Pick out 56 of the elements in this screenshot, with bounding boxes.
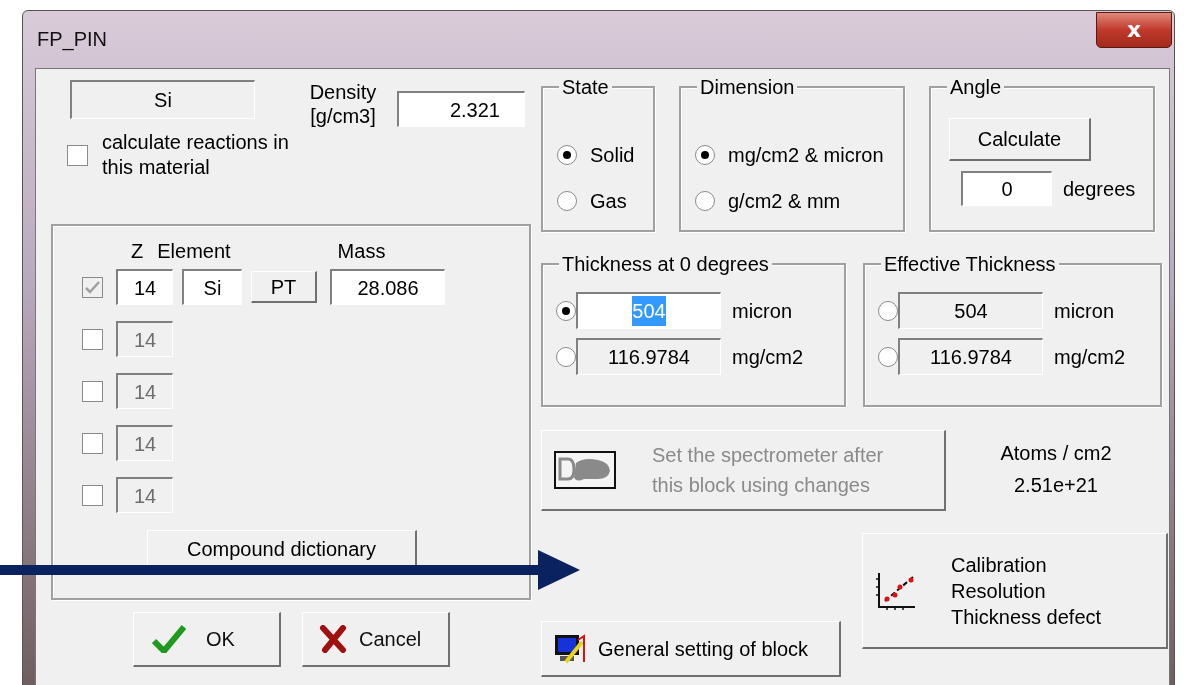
unit-label: mg/cm2 <box>1054 344 1126 370</box>
unit-label: micron <box>1054 298 1114 324</box>
radio-button[interactable] <box>556 346 576 367</box>
radio-button[interactable] <box>878 300 898 321</box>
z-field[interactable]: 14 <box>116 373 173 409</box>
unit-label: mg/cm2 <box>732 344 804 370</box>
z-field[interactable]: 14 <box>116 321 173 357</box>
general-settings-button[interactable]: General setting of block <box>541 621 841 677</box>
element-field[interactable]: Si <box>182 269 242 305</box>
density-label: Density [g/cm3] <box>308 80 378 128</box>
value-field[interactable]: 116.9784 <box>898 338 1043 375</box>
atoms-value: 2.51e+21 <box>1014 473 1098 498</box>
z-field[interactable]: 14 <box>116 425 173 461</box>
radio-button[interactable] <box>557 145 577 165</box>
checkbox[interactable] <box>82 328 103 350</box>
material-field[interactable]: Si <box>70 80 255 119</box>
angle-field[interactable]: 0 <box>961 171 1052 206</box>
checkbox[interactable] <box>82 432 103 454</box>
value-field[interactable]: 116.9784 <box>576 338 721 375</box>
mass-field[interactable]: 28.086 <box>330 269 445 305</box>
cross-icon <box>319 625 347 653</box>
radio-label: Gas <box>590 189 627 214</box>
column-header: Mass <box>337 239 386 263</box>
density-field[interactable]: 2.321 <box>397 91 525 127</box>
radio-button[interactable] <box>878 346 898 367</box>
periodic-table-button[interactable]: PT <box>251 271 317 303</box>
unit-label: degrees <box>1063 176 1136 202</box>
radio-label: mg/cm2 & micron <box>728 143 884 168</box>
check-icon <box>152 625 186 653</box>
instrument-icon <box>554 451 616 489</box>
cancel-button[interactable]: Cancel <box>302 612 450 667</box>
window-title: FP_PIN <box>37 27 108 51</box>
checkbox[interactable] <box>67 144 88 166</box>
radio-label: g/cm2 & mm <box>728 189 841 214</box>
monitor-icon <box>552 631 586 666</box>
close-button[interactable]: x <box>1096 12 1172 48</box>
z-field[interactable]: 14 <box>116 269 173 305</box>
radio-button[interactable] <box>556 300 576 321</box>
radio-label: Solid <box>590 143 635 168</box>
calculate-button[interactable]: Calculate <box>949 118 1091 161</box>
value-field[interactable]: 504 <box>898 292 1043 329</box>
checkbox[interactable] <box>82 484 103 506</box>
chart-icon <box>875 570 917 611</box>
checkbox[interactable] <box>82 276 103 298</box>
checkbox[interactable] <box>82 380 103 402</box>
radio-button[interactable] <box>695 145 715 165</box>
radio-button[interactable] <box>557 191 577 211</box>
unit-label: micron <box>732 298 792 324</box>
atoms-label: Atoms / cm2 <box>1000 441 1112 466</box>
z-field[interactable]: 14 <box>116 477 173 513</box>
checkbox-label: calculate reactions in this material <box>102 130 290 180</box>
column-header: Element <box>157 239 231 263</box>
column-header: Z <box>131 239 144 263</box>
ok-button[interactable]: OK <box>133 612 281 667</box>
radio-button[interactable] <box>695 191 715 211</box>
calibration-button[interactable]: Calibration Resolution Thickness defect <box>862 533 1168 649</box>
